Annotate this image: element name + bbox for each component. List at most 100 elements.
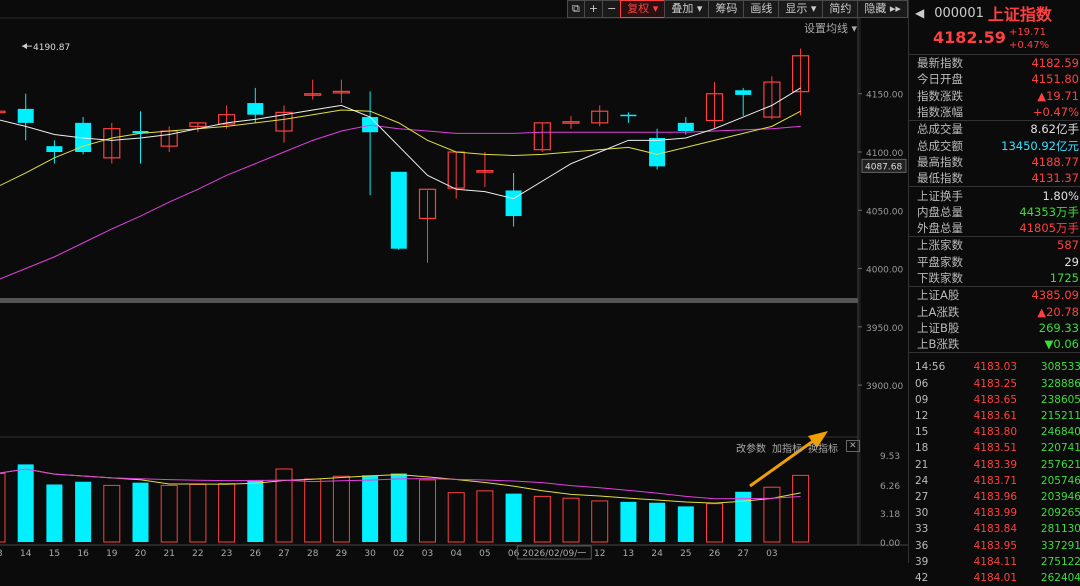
tick-price: 4183.95 — [973, 539, 1017, 552]
volume-bar — [649, 502, 666, 542]
add-indicator-button[interactable]: 加指标 — [772, 440, 802, 455]
volume-bar — [562, 497, 580, 543]
volume-bar — [735, 491, 752, 542]
tick-time: 24 — [915, 474, 929, 487]
tick-volume: 220741 — [1040, 442, 1080, 455]
volume-bar — [304, 478, 322, 543]
kline-chart-area[interactable]: 4150.00 4100.00 4050.00 4000.00 3950.00 3900.… — [0, 0, 908, 563]
tick-row: 33 4183.84 281130 — [909, 521, 1080, 537]
stat-row: 下跌家数 1725 — [909, 270, 1080, 286]
kline-chart[interactable]: 4150.00 4100.00 4050.00 4000.00 3950.00 3900.… — [0, 0, 908, 563]
volume-bar — [533, 495, 551, 543]
candle-body — [0, 110, 6, 114]
tick-volume: 328886 — [1040, 377, 1080, 390]
volume-bar — [792, 474, 810, 543]
tick-row: 21 4183.39 257621 — [909, 456, 1080, 472]
stat-label: 内盘总量 — [917, 204, 963, 219]
stat-value: 587 — [1057, 238, 1079, 253]
stat-label: 指数涨幅 — [917, 105, 963, 120]
switch-indicator-button[interactable]: 换指标 — [808, 440, 838, 455]
candle-body — [649, 138, 666, 167]
stat-label: 上证A股 — [917, 288, 960, 303]
stat-row: 上A涨跌 ▲20.78 — [909, 303, 1080, 319]
date-label: 29 — [336, 549, 348, 559]
volume-bar — [706, 503, 723, 543]
stat-row: 平盘家数 29 — [909, 254, 1080, 270]
stat-label: 下跌家数 — [917, 271, 963, 285]
toolbar-button-5[interactable]: 筹码 — [708, 0, 745, 18]
volume-bar — [218, 483, 236, 543]
tick-row: 30 4183.99 209265 — [909, 505, 1080, 521]
tick-price: 4183.39 — [973, 458, 1017, 471]
toolbar-button-9[interactable]: 隐藏 ▸▸ — [857, 0, 908, 18]
toolbar-button-1[interactable]: + — [583, 0, 604, 18]
tick-time: 21 — [915, 458, 929, 471]
candle-body — [46, 146, 63, 152]
date-label: 03 — [766, 549, 777, 559]
stat-value: 44353万手 — [1019, 204, 1079, 219]
volume-bar — [0, 473, 6, 543]
date-label: 12 — [594, 549, 605, 559]
date-label: 26 — [250, 549, 262, 559]
index-code: 000001 — [934, 5, 984, 21]
toolbar-button-4[interactable]: 叠加 ▾ — [664, 0, 710, 18]
tick-price: 4183.51 — [973, 442, 1017, 455]
tick-row: 39 4184.11 275122 — [909, 554, 1080, 570]
tick-time: 06 — [915, 377, 929, 390]
stat-value: 4385.09 — [1031, 288, 1079, 303]
stat-row: 上B涨跌 ▼0.06 — [909, 336, 1080, 352]
stat-value: 13450.92亿元 — [1001, 138, 1079, 153]
tick-volume: 257621 — [1040, 458, 1080, 471]
stat-label: 最新指数 — [917, 56, 963, 71]
date-label: 28 — [307, 549, 319, 559]
stat-value: 4131.37 — [1031, 171, 1079, 186]
tick-time: 27 — [915, 490, 929, 503]
date-label: 22 — [192, 549, 203, 559]
current-price-tag-label: 4087.68 — [865, 162, 902, 172]
candle-body — [620, 114, 637, 117]
price-tick-label: 4050.00 — [866, 207, 903, 217]
volume-tick-label: 0.00 — [880, 539, 900, 549]
date-label: 04 — [450, 549, 462, 559]
date-label: 19 — [106, 549, 118, 559]
volume-bar — [591, 500, 609, 543]
close-indicator-button[interactable]: ✕ — [846, 440, 860, 452]
toolbar-button-6[interactable]: 画线 — [743, 0, 780, 18]
tick-row: 14:56 4183.03 308533 — [909, 359, 1080, 375]
date-label: 27 — [278, 549, 289, 559]
volume-bar — [763, 486, 781, 543]
tick-time: 42 — [915, 571, 929, 584]
tick-volume: 246840 — [1040, 426, 1080, 439]
volume-bar — [46, 484, 63, 542]
candle-body — [247, 103, 264, 115]
stat-value: 4182.59 — [1031, 56, 1079, 71]
price-tick-label: 3950.00 — [866, 324, 903, 334]
tick-row: 09 4183.65 238605 — [909, 392, 1080, 408]
toolbar-button-2[interactable]: − — [602, 0, 622, 18]
ma-settings-button[interactable]: 设置均线 ▾ — [804, 20, 857, 36]
tick-price: 4183.71 — [973, 474, 1017, 487]
panel-divider — [0, 298, 858, 303]
tick-price: 4183.96 — [973, 490, 1017, 503]
price-block: 4182.59 +19.71 +0.47% — [909, 26, 1080, 55]
toolbar-button-0[interactable]: ⧉ — [567, 0, 585, 18]
tick-list[interactable]: 14:56 4183.03 308533 06 4183.25 328886 09 4183.… — [909, 352, 1080, 586]
volume-bar — [189, 483, 207, 543]
tick-price: 4183.65 — [973, 393, 1017, 406]
back-arrow-icon[interactable]: ◀ — [915, 6, 924, 20]
volume-tick-label: 3.18 — [880, 510, 900, 520]
stat-label: 指数涨跌 — [917, 88, 963, 103]
stat-value: 8.62亿手 — [1030, 122, 1079, 137]
date-label: 27 — [737, 549, 748, 559]
tick-row: 36 4183.95 337291 — [909, 537, 1080, 553]
date-label: 25 — [680, 549, 691, 559]
tick-volume: 262404 — [1040, 571, 1080, 584]
toolbar-button-8[interactable]: 简约 — [822, 0, 859, 18]
tick-row: 42 4184.01 262404 — [909, 570, 1080, 586]
toolbar-button-3[interactable]: 复权 ▾ — [620, 0, 666, 18]
toolbar-button-7[interactable]: 显示 ▾ — [778, 0, 824, 18]
tick-time: 39 — [915, 555, 929, 568]
indicator-menu: 改参数 加指标 换指标 — [736, 440, 838, 455]
modify-params-button[interactable]: 改参数 — [736, 440, 766, 455]
stat-label: 总成交量 — [917, 122, 963, 137]
